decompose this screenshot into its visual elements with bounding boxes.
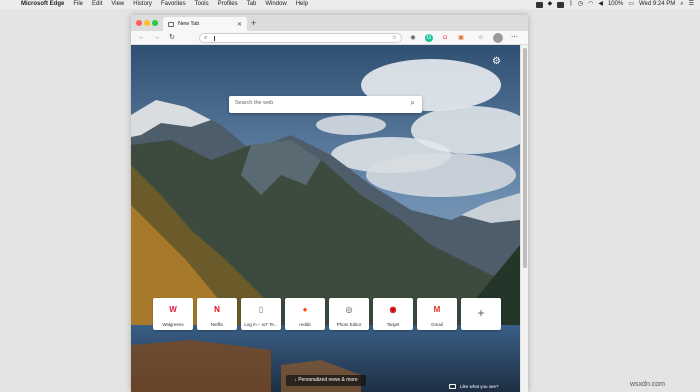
wifi-icon[interactable]: ◠ xyxy=(588,0,593,9)
quick-link-label: Log in – IoT Te... xyxy=(244,322,278,327)
profile-avatar[interactable] xyxy=(493,33,503,43)
menu-file[interactable]: File xyxy=(73,0,83,9)
window-zoom-button[interactable] xyxy=(152,20,158,26)
menu-help[interactable]: Help xyxy=(296,0,308,9)
menu-edit[interactable]: Edit xyxy=(92,0,102,9)
reddit-icon: ● xyxy=(302,305,308,314)
new-tab-page-icon xyxy=(168,21,174,27)
photo-editor-icon: ◎ xyxy=(345,305,353,314)
refresh-button[interactable]: ↻ xyxy=(169,33,175,43)
menu-view[interactable]: View xyxy=(111,0,124,9)
address-bar[interactable]: ⌕ ☆ xyxy=(199,33,402,43)
tab-new-tab[interactable]: New Tab ✕ xyxy=(163,17,247,31)
text-cursor xyxy=(214,36,215,41)
new-tab-page: ⚙ Search the web ⌕ W Walgreens N Netflix… xyxy=(131,45,528,392)
volume-icon[interactable]: ◀ xyxy=(598,0,603,9)
favorite-star-icon[interactable]: ☆ xyxy=(392,34,397,43)
menu-favorites[interactable]: Favorites xyxy=(161,0,186,9)
back-button[interactable]: ← xyxy=(138,33,145,43)
quick-links: W Walgreens N Netflix ▯ Log in – IoT Te.… xyxy=(153,298,501,330)
quick-link-label: Target xyxy=(386,322,400,327)
new-tab-button[interactable]: + xyxy=(251,18,256,28)
search-icon[interactable]: ⌕ xyxy=(411,98,415,108)
search-icon: ⌕ xyxy=(204,35,208,41)
quick-link-walgreens[interactable]: W Walgreens xyxy=(153,298,193,330)
camera-icon xyxy=(449,384,456,389)
page-settings-gear-icon[interactable]: ⚙ xyxy=(492,57,501,67)
pocket-icon[interactable]: ◘ xyxy=(441,34,449,42)
quick-link-iot[interactable]: ▯ Log in – IoT Te... xyxy=(241,298,281,330)
status-app-icon[interactable] xyxy=(535,1,543,8)
personalized-news-button[interactable]: ↓ Personalized news & more xyxy=(286,375,366,386)
watermark: wsxdn.com xyxy=(630,381,666,388)
spotlight-search-icon[interactable]: ⌕ xyxy=(680,0,683,9)
tab-close-icon[interactable]: ✕ xyxy=(237,21,242,28)
search-placeholder: Search the web xyxy=(235,100,274,106)
title-bar: New Tab ✕ + xyxy=(131,15,528,31)
forward-button[interactable]: → xyxy=(153,33,160,43)
quick-link-photo-editor[interactable]: ◎ Photo Editor xyxy=(329,298,369,330)
add-quick-link-button[interactable]: + xyxy=(461,298,501,330)
menu-window[interactable]: Window xyxy=(265,0,286,9)
more-options-icon[interactable]: ⋯ xyxy=(511,33,518,41)
bluetooth-icon[interactable]: ᛒ xyxy=(569,0,573,9)
gmail-icon: M xyxy=(433,305,441,314)
browser-window: New Tab ✕ + ← → ↻ ⌕ ☆ ◉ G ◘ ▣ ☆ ⋯ ⚙ Sear… xyxy=(131,15,528,392)
page-scrollbar[interactable] xyxy=(520,45,528,392)
battery-percent: 100% xyxy=(607,1,624,7)
clock-icon[interactable]: ◷ xyxy=(578,0,583,9)
like-text: Like what you see? xyxy=(460,384,499,389)
honey-icon[interactable]: ▣ xyxy=(457,34,465,42)
quick-link-label: Walgreens xyxy=(162,322,184,327)
menu-profiles[interactable]: Profiles xyxy=(218,0,238,9)
status-area: ◆ ᛒ ◷ ◠ ◀ 100% ▭ Wed 9:24 PM ⌕ ☰ xyxy=(535,0,694,9)
like-background-prompt[interactable]: Like what you see? xyxy=(449,384,499,389)
control-center-icon[interactable]: ☰ xyxy=(689,0,694,9)
window-close-button[interactable] xyxy=(136,20,142,26)
quick-link-label: Netflix xyxy=(210,322,224,327)
browser-toolbar: ← → ↻ ⌕ ☆ ◉ G ◘ ▣ ☆ ⋯ xyxy=(131,31,528,45)
target-icon: ◉ xyxy=(389,305,397,314)
quick-link-label: Gmail xyxy=(431,322,443,327)
menu-history[interactable]: History xyxy=(133,0,152,9)
battery-icon[interactable]: ▭ xyxy=(628,0,634,9)
favorites-icon[interactable]: ☆ xyxy=(477,34,485,42)
dropbox-icon[interactable]: ◆ xyxy=(548,0,553,9)
menu-tab[interactable]: Tab xyxy=(247,0,257,9)
grammarly-icon[interactable]: G xyxy=(425,34,433,42)
quick-link-label: reddit xyxy=(299,322,311,327)
menu-app-name[interactable]: Microsoft Edge xyxy=(21,0,64,9)
quick-link-label: Photo Editor xyxy=(336,322,362,327)
scrollbar-thumb[interactable] xyxy=(523,48,527,268)
netflix-icon: N xyxy=(214,305,220,314)
walgreens-icon: W xyxy=(169,305,177,314)
quick-link-target[interactable]: ◉ Target xyxy=(373,298,413,330)
quick-link-reddit[interactable]: ● reddit xyxy=(285,298,325,330)
tab-title: New Tab xyxy=(178,21,200,27)
menubar-clock[interactable]: Wed 9:24 PM xyxy=(639,0,675,9)
window-minimize-button[interactable] xyxy=(144,20,150,26)
page-icon: ▯ xyxy=(258,305,264,314)
quick-link-gmail[interactable]: M Gmail xyxy=(417,298,457,330)
quick-link-netflix[interactable]: N Netflix xyxy=(197,298,237,330)
web-search-box[interactable]: Search the web ⌕ xyxy=(229,96,422,113)
menu-tools[interactable]: Tools xyxy=(195,0,209,9)
menu-bar: Microsoft Edge File Edit View History Fa… xyxy=(0,0,700,9)
plus-icon: + xyxy=(477,306,485,320)
reader-view-icon[interactable]: ◉ xyxy=(409,34,417,42)
status-app-icon[interactable] xyxy=(557,1,565,8)
